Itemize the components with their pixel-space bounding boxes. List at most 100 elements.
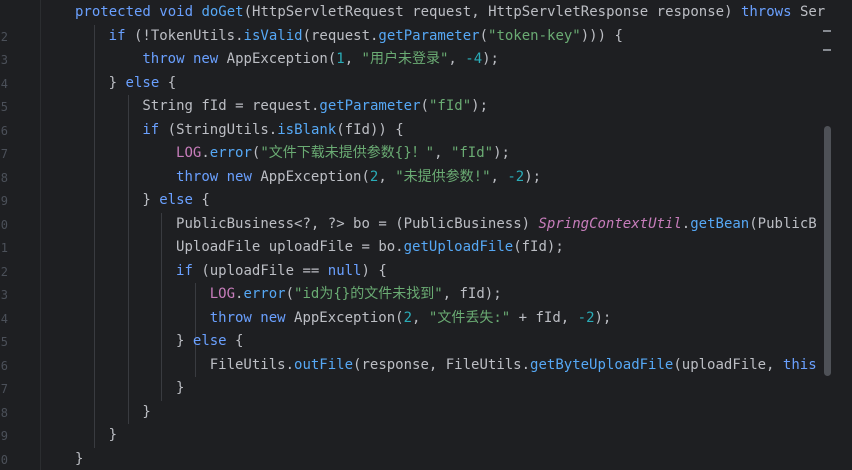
code-token: void: [159, 4, 202, 20]
code-token: (PublicB: [749, 215, 817, 232]
code-token: (: [243, 4, 253, 20]
code-token: .: [201, 145, 210, 161]
code-line[interactable]: throw new AppException(1, "用户未登录", -4);: [142, 48, 499, 72]
code-line[interactable]: } else {: [142, 189, 209, 213]
code-token: if: [142, 121, 168, 138]
line-number: 9: [0, 194, 8, 208]
code-area[interactable]: protected void doGet(HttpServletRequest …: [41, 0, 852, 470]
vertical-scrollbar-thumb[interactable]: [824, 126, 831, 376]
code-line[interactable]: UploadFile uploadFile = bo.getUploadFile…: [176, 236, 564, 260]
line-number: 2: [0, 264, 8, 279]
code-token: "文件丢失:": [428, 309, 511, 326]
code-line[interactable]: } else {: [109, 72, 176, 96]
code-token: error: [209, 145, 252, 161]
code-token: FileUtils.: [445, 356, 531, 373]
code-token: AppException: [226, 51, 328, 67]
code-token: PublicBusiness: [176, 215, 295, 232]
code-line[interactable]: if (uploadFile == null) {: [176, 260, 387, 284]
code-token: + fId,: [510, 309, 578, 326]
code-token: else: [192, 333, 236, 349]
code-token: ,: [344, 51, 362, 67]
code-line[interactable]: LOG.error("id为{}的文件未找到", fId);: [210, 283, 502, 307]
code-token: ,: [448, 51, 466, 67]
error-stripe-mark[interactable]: [823, 49, 831, 51]
code-token: new: [226, 168, 261, 185]
code-token: ): [521, 215, 539, 232]
code-token: uploadFile = bo.: [268, 239, 404, 255]
code-token: <?, ?> bo = (: [294, 215, 404, 232]
code-token: "token-key": [488, 27, 581, 44]
code-token: response): [656, 4, 741, 20]
code-token: .: [681, 215, 691, 232]
code-token: 1: [336, 51, 345, 67]
code-token: getBean: [690, 215, 750, 232]
code-token: new: [260, 309, 295, 326]
code-token: {: [167, 74, 177, 91]
line-number: 4: [0, 76, 8, 91]
code-token: ) {: [361, 262, 387, 279]
code-token: else: [159, 192, 202, 208]
code-token: (!: [133, 27, 151, 44]
line-number: 6: [0, 123, 8, 138]
code-line[interactable]: LOG.error("文件下载未提供参数{}！", "fId");: [176, 142, 510, 166]
code-line[interactable]: }: [75, 448, 83, 470]
code-token: outFile: [294, 356, 354, 373]
code-token: {: [606, 27, 623, 44]
code-line[interactable]: throw new AppException(2, "未提供参数!", -2);: [176, 166, 541, 190]
code-token: null: [327, 262, 362, 279]
code-token: }: [142, 192, 160, 208]
code-token: }: [142, 403, 151, 420]
code-token: -2: [577, 309, 595, 326]
line-number: 1: [0, 241, 8, 255]
code-token: (fId)) {: [336, 121, 404, 138]
code-token: getUploadFile: [403, 239, 514, 255]
line-number: 3: [0, 288, 8, 302]
code-token: throws: [740, 4, 800, 20]
code-editor[interactable]: 2 3 4 5 6 7 8 9 0 1 2 3 4 5 6 7 8 9 0 protected void doGet…: [0, 0, 852, 470]
code-line[interactable]: PublicBusiness<?, ?> bo = (PublicBusines…: [176, 213, 817, 237]
code-token: getParameter: [319, 98, 421, 114]
code-line[interactable]: protected void doGet(HttpServletRequest …: [75, 1, 825, 25]
code-token: "fId": [428, 98, 472, 114]
code-token: ,: [378, 168, 396, 185]
code-token: SpringContextUtil: [538, 215, 682, 232]
code-line[interactable]: } else {: [176, 330, 243, 354]
code-token: doGet: [201, 4, 244, 20]
code-token: this: [782, 356, 817, 373]
code-token: );: [471, 98, 488, 114]
line-number: 0: [0, 452, 8, 467]
code-token: {: [201, 192, 210, 208]
code-token: (uploadFile ==: [201, 262, 328, 279]
indent-guide: [93, 24, 95, 448]
code-line[interactable]: String fId = request.getParameter("fId")…: [142, 95, 488, 119]
code-line[interactable]: if (StringUtils.isBlank(fId)) {: [142, 119, 403, 143]
line-number: 8: [0, 170, 8, 185]
code-token: throw: [142, 51, 193, 67]
code-token: ))): [580, 27, 607, 44]
code-token: (uploadFile,: [673, 356, 783, 373]
line-number-gutter[interactable]: 2 3 4 5 6 7 8 9 0 1 2 3 4 5 6 7 8 9 0: [0, 0, 41, 470]
code-token: 2: [403, 309, 413, 326]
code-line[interactable]: }: [109, 424, 117, 448]
code-token: Ser: [799, 4, 826, 20]
code-token: (: [285, 286, 295, 302]
code-line[interactable]: throw new AppException(2, "文件丢失:" + fId,…: [210, 307, 612, 331]
code-line[interactable]: }: [176, 377, 184, 401]
code-line[interactable]: }: [142, 401, 150, 425]
code-line[interactable]: FileUtils.outFile(response, FileUtils.ge…: [210, 354, 817, 378]
code-token: "id为{}的文件未找到": [294, 286, 443, 302]
code-token: , fId);: [442, 286, 502, 302]
code-token: AppException: [294, 309, 396, 326]
code-token: if: [108, 27, 134, 44]
code-token: isBlank: [277, 121, 337, 138]
code-token: (: [361, 168, 370, 185]
code-token: AppException: [260, 168, 362, 185]
code-line[interactable]: if (!TokenUtils.isValid(request.getParam…: [109, 25, 623, 49]
error-stripe-mark[interactable]: [823, 30, 831, 32]
code-token: (fId);: [513, 239, 564, 255]
code-token: );: [594, 309, 612, 326]
code-token: HttpServletResponse: [488, 4, 657, 20]
indent-guide: [127, 95, 129, 424]
code-token: ,: [434, 145, 451, 161]
code-token: throw: [176, 168, 227, 185]
